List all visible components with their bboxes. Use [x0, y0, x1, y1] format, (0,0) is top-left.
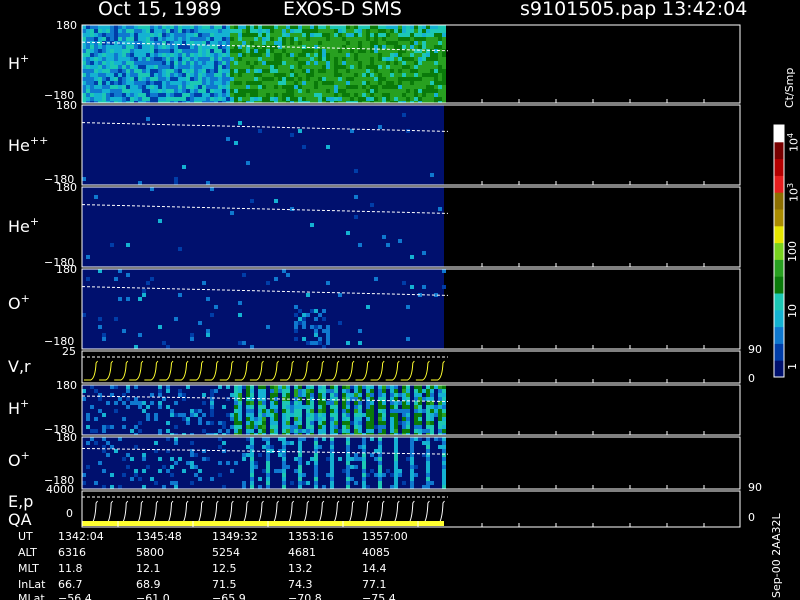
ephemeris-value: 66.7: [58, 578, 83, 591]
colorbar-tick-1000: 103: [786, 182, 800, 202]
ephemeris-value: −75.4: [362, 592, 396, 600]
panel-oplus2: [81, 436, 741, 490]
ephemeris-value: 5254: [212, 546, 240, 559]
ytick-vr-top: 25: [62, 345, 76, 358]
panel-oplus: [81, 268, 741, 350]
sms-spectrogram-plot: { "header": { "date": "Oct 15, 1989", "i…: [0, 0, 800, 600]
ephemeris-value: 5800: [136, 546, 164, 559]
colorbar-swatch-0: [774, 360, 784, 378]
ephemeris-value: 13.2: [288, 562, 313, 575]
ephemeris-value: 14.4: [362, 562, 387, 575]
ephemeris-label-ut: UT: [18, 530, 33, 543]
ephemeris-value: 74.3: [288, 578, 313, 591]
ephemeris-value: 1342:04: [58, 530, 104, 543]
ytick-hplus-top: 180: [56, 19, 77, 32]
ephemeris-value: 12.5: [212, 562, 237, 575]
colorbar-title: Ct/Smp: [783, 67, 796, 108]
colorbar-swatch-14: [774, 125, 784, 143]
ephemeris-value: 4681: [288, 546, 316, 559]
colorbar-swatch-9: [774, 209, 784, 227]
rtick-ep-bottom: 0: [748, 511, 755, 524]
ytick-ep-top: 4000: [46, 483, 74, 496]
colorbar-swatch-11: [774, 175, 784, 193]
colorbar-swatch-8: [774, 225, 784, 244]
colorbar-tick-10: 10: [786, 304, 799, 318]
panel-bg-heplus: [82, 187, 444, 267]
panel-hepp: [81, 104, 741, 186]
colorbar-tick-1: 1: [786, 363, 799, 370]
colorbar-swatch-13: [774, 141, 784, 160]
panel-label-oplus: O+: [8, 292, 30, 313]
ephemeris-value: −70.8: [288, 592, 322, 600]
ephemeris-value: 1345:48: [136, 530, 182, 543]
ephemeris-value: −65.9: [212, 592, 246, 600]
colorbar-swatch-5: [774, 276, 784, 294]
colorbar-tick-100: 100: [786, 241, 799, 262]
ephemeris-value: 1357:00: [362, 530, 408, 543]
ephemeris-value: 71.5: [212, 578, 237, 591]
ytick-oplus-top: 180: [56, 263, 77, 276]
ytick-oplus2-top: 180: [56, 431, 77, 444]
ephemeris-label-mlat: MLat: [18, 592, 45, 600]
ephemeris-value: 11.8: [58, 562, 83, 575]
ephemeris-value: −61.0: [136, 592, 170, 600]
panel-bg-vr: [82, 351, 444, 383]
colorbar-swatch-1: [774, 343, 784, 361]
panel-label-hplus2: H+: [8, 397, 30, 418]
panel-label-heplus: He+: [8, 215, 40, 236]
panel-bg-oplus2: [82, 437, 444, 489]
panel-hplus: [81, 24, 741, 104]
colorbar-tick-10000: 104: [786, 132, 800, 152]
ytick-hplus2-top: 180: [56, 379, 77, 392]
ytick-heplus-top: 180: [56, 181, 77, 194]
ephemeris-label-alt: ALT: [18, 546, 37, 559]
colorbar-swatch-10: [774, 192, 784, 210]
ephemeris-value: 12.1: [136, 562, 161, 575]
panel-label-hepp: He++: [8, 134, 49, 155]
ephemeris-value: 68.9: [136, 578, 161, 591]
ephemeris-value: 1349:32: [212, 530, 258, 543]
panel-label-oplus2: O+: [8, 449, 30, 470]
rtick-ep-top: 90: [748, 481, 762, 494]
colorbar-swatch-4: [774, 293, 784, 311]
ephemeris-value: 1353:16: [288, 530, 334, 543]
ephemeris-value: 77.1: [362, 578, 387, 591]
panel-label-ep: E,p: [8, 492, 34, 511]
panel-hplus2: [81, 384, 741, 436]
rtick-vr-top: 90: [748, 343, 762, 356]
colorbar-swatch-6: [774, 259, 784, 277]
software-version-label: Sep-00 2AA32L: [770, 513, 783, 598]
colorbar-swatch-2: [774, 326, 784, 344]
panel-label-vr: V,r: [8, 357, 31, 376]
ephemeris-value: −56.4: [58, 592, 92, 600]
rtick-vr-bottom: 0: [748, 372, 755, 385]
ephemeris-label-mlt: MLT: [18, 562, 39, 575]
panel-label-hplus: H+: [8, 52, 30, 73]
colorbar-swatch-12: [774, 158, 784, 176]
panel-vr: [81, 350, 741, 384]
ephemeris-value: 6316: [58, 546, 86, 559]
colorbar-swatch-3: [774, 309, 784, 328]
panel-bg-oplus: [82, 269, 444, 349]
colorbar-swatch-7: [774, 242, 784, 260]
ephemeris-label-inlat: InLat: [18, 578, 46, 591]
qa-bar: [82, 521, 444, 526]
panel-bg-hepp: [82, 105, 444, 185]
panel-label-qa: QA: [8, 510, 32, 529]
ephemeris-value: 4085: [362, 546, 390, 559]
ytick-ep-bottom: 0: [66, 507, 73, 520]
panel-heplus: [81, 186, 741, 268]
panel-ep: [81, 490, 741, 528]
ytick-hepp-top: 180: [56, 99, 77, 112]
spectrogram-canvas: [81, 24, 785, 528]
